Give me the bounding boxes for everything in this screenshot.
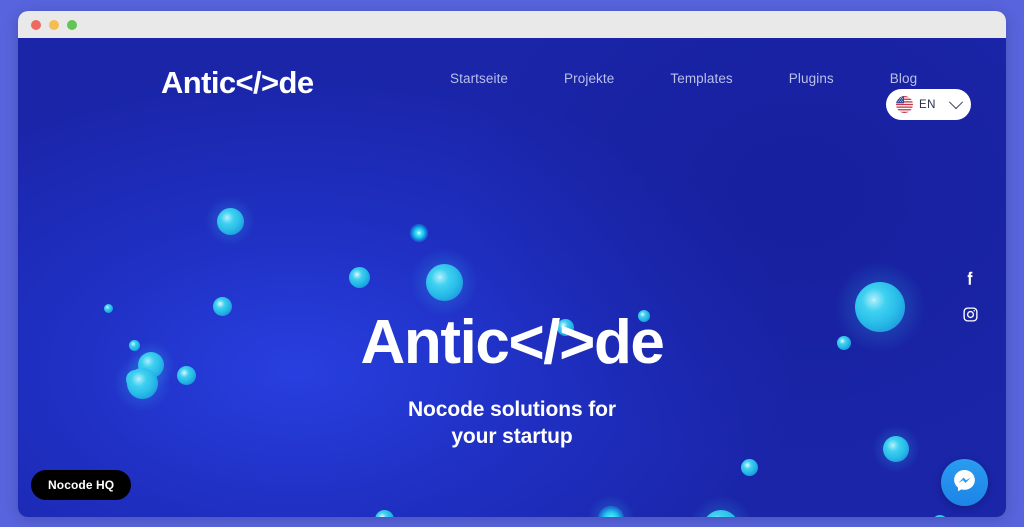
page-viewport: Antic</>de Startseite Projekte Templates Pl… [18, 38, 1006, 517]
decorative-bubble [740, 458, 758, 476]
nav-link-blog[interactable]: Blog [862, 71, 945, 86]
desktop-background: Antic</>de Startseite Projekte Templates Pl… [0, 0, 1024, 527]
hero-subtitle: Nocode solutions for your startup [18, 397, 1006, 451]
decorative-bubble [409, 247, 479, 317]
chevron-down-icon [948, 94, 964, 109]
main-navigation: Startseite Projekte Templates Plugins Blog [422, 71, 945, 86]
window-minimize-button[interactable] [49, 19, 59, 30]
messenger-icon [951, 467, 978, 499]
hero-subtitle-line-2: your startup [451, 424, 573, 448]
hero-section: Antic</>de Nocode solutions for your sta… [18, 310, 1006, 451]
nocode-hq-badge[interactable]: Nocode HQ [31, 470, 132, 500]
decorative-bubble [932, 515, 948, 517]
site-header: Antic</>de Startseite Projekte Templates Pl… [18, 38, 1006, 128]
browser-window: Antic</>de Startseite Projekte Templates Pl… [18, 11, 1006, 517]
browser-title-bar [18, 11, 1006, 38]
social-links-rail [960, 268, 980, 324]
decorative-bubble [687, 494, 755, 517]
decorative-bubble [410, 224, 428, 242]
messenger-chat-button[interactable] [941, 459, 988, 506]
nav-link-startseite[interactable]: Startseite [422, 71, 536, 86]
window-maximize-button[interactable] [67, 19, 77, 30]
nav-link-projekte[interactable]: Projekte [536, 71, 642, 86]
window-close-button[interactable] [31, 19, 41, 30]
instagram-icon [962, 306, 979, 323]
decorative-bubble [587, 495, 635, 517]
traffic-light-buttons [31, 19, 77, 30]
hero-subtitle-line-1: Nocode solutions for [407, 398, 616, 422]
background-glow [18, 76, 789, 517]
decorative-bubble [374, 509, 394, 517]
facebook-icon [961, 269, 979, 287]
nav-link-templates[interactable]: Templates [642, 71, 760, 86]
decorative-bubble [348, 266, 370, 288]
decorative-bubble [205, 196, 255, 246]
language-code-label: EN [919, 98, 936, 111]
brand-logo[interactable]: Antic</>de [161, 65, 314, 101]
nocode-hq-badge-label: Nocode HQ [48, 478, 115, 492]
hero-title: Antic</>de [360, 308, 665, 377]
language-selector[interactable]: EN [886, 89, 971, 120]
social-link-facebook[interactable] [960, 268, 980, 288]
us-flag-icon [896, 96, 913, 113]
nav-link-plugins[interactable]: Plugins [761, 71, 862, 86]
social-link-instagram[interactable] [960, 304, 980, 324]
